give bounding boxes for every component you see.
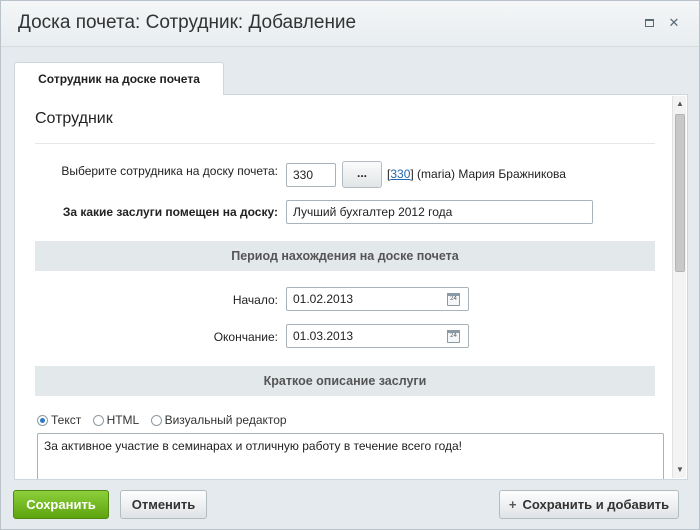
employee-picker-button[interactable]: ... (342, 161, 382, 188)
window-title: Доска почета: Сотрудник: Добавление (18, 12, 357, 33)
calendar-icon[interactable]: 24 (447, 330, 460, 343)
employee-info-name: ] (maria) Мария Бражникова (410, 167, 566, 181)
start-date-label: Начало: (232, 293, 278, 307)
title-bar[interactable]: Доска почета: Сотрудник: Добавление ✕ (1, 1, 699, 47)
save-button[interactable]: Сохранить (13, 490, 109, 519)
editor-mode-switch: Текст HTML Визуальный редактор (37, 413, 295, 429)
vertical-scrollbar[interactable]: ▲ ▼ (672, 96, 686, 478)
cancel-button[interactable]: Отменить (120, 490, 207, 519)
section-divider (35, 143, 655, 144)
end-date-label: Окончание: (213, 330, 278, 344)
period-header: Период нахождения на доске почета (35, 241, 655, 271)
editor-mode-text-label: Текст (51, 413, 82, 427)
scroll-down-icon[interactable]: ▼ (675, 465, 685, 475)
radio-selected-icon (37, 414, 48, 426)
description-header: Краткое описание заслуги (35, 366, 655, 396)
save-and-add-button[interactable]: + Сохранить и добавить (499, 490, 679, 519)
employee-info: [330] (maria) Мария Бражникова (387, 167, 566, 181)
editor-mode-text-radio[interactable]: Текст (37, 413, 81, 427)
editor-mode-visual-label: Визуальный редактор (164, 413, 287, 427)
merits-input[interactable]: Лучший бухгалтер 2012 года (286, 200, 593, 224)
end-date-value: 01.03.2013 (293, 329, 354, 343)
plus-icon: + (508, 497, 517, 512)
description-textarea[interactable]: За активное участие в семинарах и отличн… (37, 433, 664, 479)
editor-mode-html-label: HTML (106, 413, 140, 427)
scroll-up-icon[interactable]: ▲ (675, 99, 685, 109)
employee-id-input[interactable]: 330 (286, 163, 336, 187)
section-title: Сотрудник (35, 110, 113, 127)
scrollbar-thumb[interactable] (675, 114, 685, 272)
end-date-input[interactable]: 01.03.2013 24 (286, 324, 469, 348)
tab-employee-on-board[interactable]: Сотрудник на доске почета (14, 62, 224, 95)
start-date-input[interactable]: 01.02.2013 24 (286, 287, 469, 311)
calendar-icon[interactable]: 24 (447, 293, 460, 306)
editor-mode-visual-radio[interactable]: Визуальный редактор (150, 413, 287, 427)
tab-panel: Сотрудник Выберите сотрудника на доску п… (14, 94, 688, 480)
employee-id-link[interactable]: 330 (390, 167, 410, 181)
close-icon[interactable]: ✕ (666, 15, 682, 31)
radio-icon (92, 414, 104, 426)
merits-label: За какие заслуги помещен на доску: (62, 205, 278, 219)
maximize-icon[interactable] (641, 15, 657, 31)
editor-mode-html-radio[interactable]: HTML (92, 413, 140, 427)
dialog-window: Доска почета: Сотрудник: Добавление ✕ Со… (0, 0, 700, 530)
save-and-add-label: Сохранить и добавить (522, 497, 670, 512)
employee-label: Выберите сотрудника на доску почета: (61, 164, 278, 178)
radio-icon (150, 414, 162, 426)
start-date-value: 01.02.2013 (293, 292, 354, 306)
